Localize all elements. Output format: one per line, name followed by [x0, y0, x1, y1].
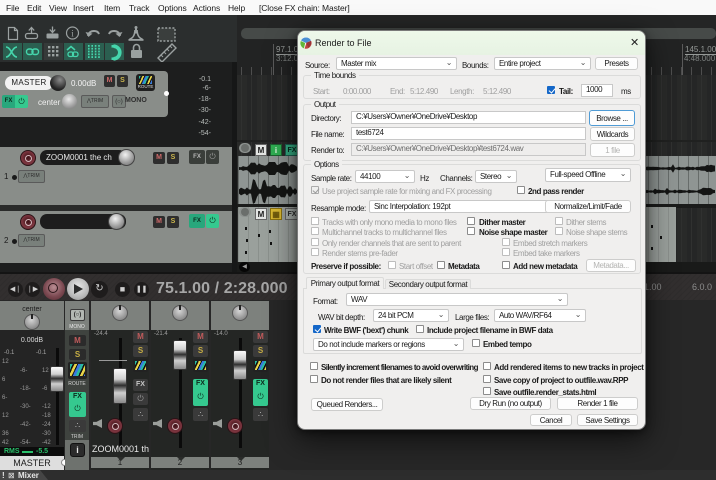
svg-text:i: i	[71, 28, 74, 38]
